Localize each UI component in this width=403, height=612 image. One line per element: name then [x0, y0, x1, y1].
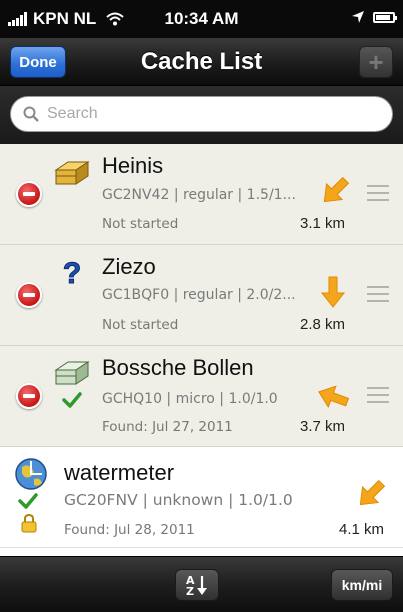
search-input[interactable]: [47, 105, 347, 123]
found-check-icon: [62, 392, 82, 408]
status-time: 10:34 AM: [164, 9, 239, 28]
cache-distance: 3.1 km: [300, 215, 346, 232]
units-toggle-button[interactable]: km/mi: [331, 569, 393, 601]
status-bar: KPN NL 10:34 AM: [0, 0, 403, 38]
list-item[interactable]: watermeter GC20FNV | unknown | 1.0/1.0 F…: [0, 447, 403, 548]
cache-name: watermeter: [64, 460, 175, 485]
navigation-bar: Done Cache List +: [0, 38, 403, 86]
delete-icon[interactable]: [16, 383, 42, 409]
direction-arrow-icon: [318, 385, 350, 409]
cache-distance: 3.7 km: [300, 418, 346, 435]
sort-az-icon: A Z: [186, 574, 207, 597]
traditional-cache-icon: [54, 361, 90, 385]
direction-arrow-icon: [323, 176, 350, 203]
reorder-handle-icon[interactable]: [367, 387, 389, 403]
done-button[interactable]: Done: [10, 46, 66, 78]
lock-icon: [21, 513, 37, 533]
traditional-cache-icon: [54, 161, 90, 185]
list-item[interactable]: ? Ziezo GC1BQF0 | regular | 2.0/2... Not…: [0, 245, 403, 346]
cache-status: Found: Jul 28, 2011: [64, 522, 195, 538]
cache-status: Not started: [102, 317, 179, 333]
page-title: Cache List: [140, 48, 263, 75]
cache-details: GC2NV42 | regular | 1.5/1...: [102, 187, 296, 203]
svg-text:?: ?: [63, 257, 81, 289]
bottom-toolbar: A Z km/mi: [0, 556, 403, 612]
cache-details: GC20FNV | unknown | 1.0/1.0: [64, 491, 293, 509]
search-field[interactable]: [10, 96, 393, 132]
list-item[interactable]: Bossche Bollen GCHQ10 | micro | 1.0/1.0 …: [0, 346, 403, 447]
cache-status: Not started: [102, 216, 179, 232]
found-check-icon: [18, 493, 38, 509]
direction-arrow-icon: [320, 276, 346, 308]
search-icon: [23, 106, 39, 122]
location-arrow-icon: [352, 11, 364, 23]
delete-icon[interactable]: [16, 181, 42, 207]
cache-distance: 2.8 km: [300, 316, 346, 333]
cache-distance: 4.1 km: [339, 521, 385, 538]
cache-details: GC1BQF0 | regular | 2.0/2...: [102, 287, 296, 303]
cache-list: Heinis GC2NV42 | regular | 1.5/1... Not …: [0, 144, 403, 548]
reorder-handle-icon[interactable]: [367, 286, 389, 302]
sort-button[interactable]: A Z: [175, 569, 219, 601]
search-bar: [0, 86, 403, 144]
cache-status: Found: Jul 27, 2011: [102, 419, 233, 435]
cache-name: Heinis: [102, 153, 164, 178]
svg-text:Z: Z: [186, 585, 194, 597]
battery-icon: [373, 11, 397, 23]
cache-name: Bossche Bollen: [102, 355, 254, 380]
cache-details: GCHQ10 | micro | 1.0/1.0: [102, 391, 278, 407]
list-item[interactable]: Heinis GC2NV42 | regular | 1.5/1... Not …: [0, 144, 403, 245]
mystery-cache-icon: ?: [62, 257, 81, 290]
add-cache-button[interactable]: +: [359, 46, 393, 78]
cache-name: Ziezo: [102, 254, 156, 279]
direction-arrow-icon: [359, 479, 386, 506]
earthcache-icon: [15, 458, 47, 490]
delete-icon[interactable]: [16, 282, 42, 308]
reorder-handle-icon[interactable]: [367, 185, 389, 201]
